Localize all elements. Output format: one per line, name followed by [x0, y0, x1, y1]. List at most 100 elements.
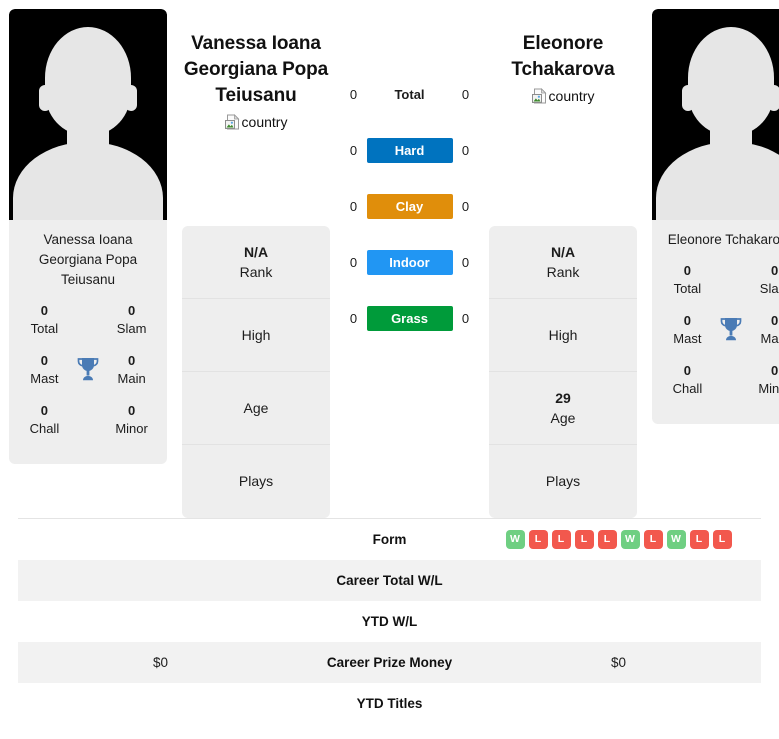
left-player-country: country	[224, 114, 287, 130]
right-player-card[interactable]: Eleonore Tchakarova 0 Total 0 Slam	[652, 9, 779, 424]
avatar-body-shape	[13, 142, 163, 220]
trophy-chall-label: Chall	[672, 381, 703, 396]
info-plays-label: Plays	[545, 473, 581, 489]
form-badge-loss[interactable]: L	[528, 529, 548, 549]
info-row-rank: N/A Rank	[182, 226, 330, 299]
form-badge-loss[interactable]: L	[712, 529, 732, 549]
trophy-chall-value: 0	[683, 363, 691, 378]
form-badge-loss[interactable]: L	[689, 529, 709, 549]
trophy-minor-label: Minor	[115, 421, 148, 436]
table-row-career-total-wl: Career Total W/L	[18, 559, 761, 601]
surface-grass-left-value: 0	[349, 310, 358, 326]
form-badge-win[interactable]: W	[666, 529, 686, 549]
left-player-card-name: Vanessa Ioana Georgiana Popa Teiusanu	[38, 232, 138, 287]
trophy-main-value: 0	[770, 313, 779, 328]
stats-comparison-table: Form WLLLLWLWLL Career Total W/L YTD W/L…	[18, 518, 761, 724]
trophy-slam-value: 0	[770, 263, 779, 278]
right-player-country-alt: country	[548, 88, 595, 104]
left-player-avatar	[9, 9, 167, 220]
form-right-cell: WLLLLWLWLL	[476, 519, 761, 560]
trophy-mast-label: Mast	[673, 331, 702, 346]
form-row-label: Form	[372, 531, 407, 547]
trophy-total-label: Total	[30, 321, 59, 336]
trophy-row-spacer	[717, 262, 745, 266]
trophy-row-mast-main: 0 Mast	[15, 352, 161, 402]
left-player-info-column: Vanessa Ioana Georgiana Popa Teiusanu co…	[176, 9, 336, 518]
surface-grass-bar[interactable]: Grass	[366, 305, 453, 331]
info-rank-value: N/A	[550, 243, 576, 260]
info-rank-label: Rank	[546, 263, 580, 280]
surface-clay-bar[interactable]: Clay	[366, 193, 453, 219]
trophy-cell-total: 0 Total	[658, 262, 717, 298]
surface-hard-left-value: 0	[349, 142, 358, 158]
trophy-cell-main: 0 Main	[745, 312, 779, 348]
trophy-main-label: Main	[117, 371, 146, 386]
surface-total-left-value: 0	[349, 86, 358, 102]
right-player-info-card[interactable]: N/A Rank High 29 Age Plays	[489, 226, 637, 518]
info-row-rank: N/A Rank	[489, 226, 637, 299]
ytd-titles-label: YTD Titles	[356, 695, 423, 711]
surface-row-total: 0 Total 0	[336, 66, 483, 122]
trophy-cell-mast: 0 Mast	[658, 312, 717, 348]
info-row-high: High	[182, 299, 330, 372]
surface-clay-right-value: 0	[461, 198, 470, 214]
trophy-main-label: Main	[760, 331, 779, 346]
comparison-header-area: Vanessa Ioana Georgiana Popa Teiusanu 0 …	[0, 0, 779, 518]
form-badge-loss[interactable]: L	[574, 529, 594, 549]
form-badge-win[interactable]: W	[620, 529, 640, 549]
surface-clay-left-value: 0	[349, 198, 358, 214]
info-row-plays: Plays	[489, 445, 637, 518]
info-row-age: 29 Age	[489, 372, 637, 445]
table-row-form: Form WLLLLWLWLL	[18, 518, 761, 560]
info-rank-value: N/A	[243, 243, 269, 260]
right-player-trophy-grid: 0 Total 0 Slam 0 Mast	[652, 256, 779, 414]
trophy-slam-label: Slam	[116, 321, 147, 336]
ytd-titles-left-value	[18, 683, 303, 724]
form-badge-loss[interactable]: L	[551, 529, 571, 549]
info-high-label: High	[548, 326, 578, 343]
player-comparison-page: Vanessa Ioana Georgiana Popa Teiusanu 0 …	[0, 0, 779, 739]
surface-hard-right-value: 0	[461, 142, 470, 158]
trophy-row-chall-minor: 0 Chall 0 Minor	[15, 402, 161, 452]
ytd-wl-label: YTD W/L	[361, 613, 418, 629]
trophy-total-value: 0	[40, 303, 48, 318]
surface-indoor-right-value: 0	[461, 254, 470, 270]
surface-comparison-column: 0 Total 0 0 Hard 0 0 Clay 0 0 Indoor 0 0	[336, 9, 483, 518]
info-age-label: Age	[550, 409, 576, 426]
ytd-wl-left-value	[18, 601, 303, 642]
form-badge-loss[interactable]: L	[643, 529, 663, 549]
trophy-cell-mast: 0 Mast	[15, 352, 74, 388]
info-age-label: Age	[243, 399, 269, 416]
career-total-wl-right-value	[476, 560, 761, 601]
avatar-head-shape	[45, 27, 131, 135]
right-player-avatar	[652, 9, 779, 220]
surface-indoor-bar[interactable]: Indoor	[366, 249, 453, 275]
stats-table-body: Form WLLLLWLWLL Career Total W/L YTD W/L…	[18, 518, 761, 724]
right-player-photo-column: Eleonore Tchakarova 0 Total 0 Slam	[643, 9, 779, 518]
table-row-ytd-wl: YTD W/L	[18, 601, 761, 642]
left-player-info-card[interactable]: N/A Rank High Age Plays	[182, 226, 330, 518]
trophy-icon	[719, 316, 743, 347]
trophy-icon-wrap	[74, 352, 102, 387]
broken-image-icon	[224, 114, 241, 130]
trophy-icon-wrap	[717, 312, 745, 347]
right-player-name: Eleonore Tchakarova	[511, 33, 615, 80]
left-player-name: Vanessa Ioana Georgiana Popa Teiusanu	[183, 33, 329, 106]
trophy-row-mast-main: 0 Mast	[658, 312, 779, 362]
table-row-career-prize-money: $0 Career Prize Money $0	[18, 641, 761, 683]
form-badge-loss[interactable]: L	[597, 529, 617, 549]
trophy-row-total-slam: 0 Total 0 Slam	[658, 262, 779, 312]
avatar-body-shape	[656, 142, 779, 220]
right-player-info-column: Eleonore Tchakarova country N/A Rank Hig…	[483, 9, 643, 518]
career-prize-money-label: Career Prize Money	[326, 654, 453, 670]
trophy-chall-label: Chall	[29, 421, 60, 436]
surface-row-hard: 0 Hard 0	[336, 122, 483, 178]
surface-row-grass: 0 Grass 0	[336, 290, 483, 346]
left-player-card[interactable]: Vanessa Ioana Georgiana Popa Teiusanu 0 …	[9, 9, 167, 464]
trophy-row-chall-minor: 0 Chall 0 Minor	[658, 362, 779, 412]
surface-hard-bar[interactable]: Hard	[366, 137, 453, 163]
avatar-head-shape	[688, 27, 774, 135]
info-high-label: High	[241, 326, 271, 343]
form-badge-win[interactable]: W	[505, 529, 525, 549]
left-player-photo-column: Vanessa Ioana Georgiana Popa Teiusanu 0 …	[0, 9, 176, 518]
